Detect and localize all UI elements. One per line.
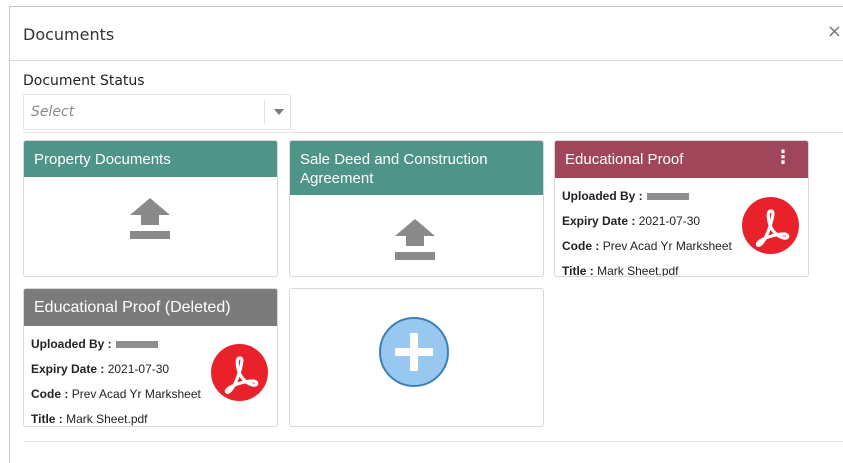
title: Title : Mark Sheet.pdf bbox=[31, 412, 148, 426]
card-header-label: Educational Proof bbox=[565, 151, 684, 168]
expiry-date: Expiry Date : 2021-07-30 bbox=[562, 214, 700, 228]
code: Code : Prev Acad Yr Marksheet bbox=[31, 387, 201, 401]
divider bbox=[23, 132, 843, 133]
uploaded-by-label: Uploaded By : bbox=[31, 337, 112, 351]
expiry-date: Expiry Date : 2021-07-30 bbox=[31, 362, 169, 376]
upload-icon[interactable] bbox=[395, 219, 435, 261]
code-label: Code : bbox=[31, 387, 69, 401]
uploaded-by: Uploaded By : bbox=[562, 189, 689, 203]
chevron-down-icon[interactable] bbox=[274, 109, 284, 115]
uploaded-by-label: Uploaded By : bbox=[562, 189, 643, 203]
title-value: Mark Sheet.pdf bbox=[597, 264, 679, 277]
document-status-select[interactable]: Select bbox=[23, 94, 291, 130]
dialog-header: Documents × bbox=[10, 7, 843, 61]
dialog-title: Documents bbox=[23, 25, 115, 44]
card-header: Property Documents bbox=[24, 141, 277, 177]
redacted-name bbox=[646, 193, 689, 201]
title-label: Title : bbox=[31, 412, 63, 426]
code-label: Code : bbox=[562, 239, 600, 253]
card-sale-deed[interactable]: Sale Deed and Construction Agreement bbox=[289, 140, 544, 277]
more-vertical-icon[interactable]: ⋮ bbox=[774, 147, 792, 168]
expiry-value: 2021-07-30 bbox=[638, 214, 701, 228]
close-icon[interactable]: × bbox=[827, 21, 842, 42]
code-value: Prev Acad Yr Marksheet bbox=[602, 239, 732, 253]
code: Code : Prev Acad Yr Marksheet bbox=[562, 239, 732, 253]
card-header: Educational Proof (Deleted) bbox=[24, 289, 277, 326]
pdf-icon[interactable] bbox=[211, 344, 268, 401]
card-educational-proof[interactable]: Educational Proof ⋮ Uploaded By : Expiry… bbox=[554, 140, 809, 277]
divider bbox=[23, 441, 843, 442]
upload-icon[interactable] bbox=[130, 198, 170, 240]
add-icon[interactable] bbox=[379, 317, 449, 387]
document-status-label: Document Status bbox=[23, 73, 145, 89]
card-property-documents[interactable]: Property Documents bbox=[23, 140, 278, 277]
select-divider bbox=[264, 100, 265, 124]
title-value: Mark Sheet.pdf bbox=[66, 412, 148, 426]
title-label: Title : bbox=[562, 264, 594, 277]
expiry-label: Expiry Date : bbox=[31, 362, 105, 376]
documents-dialog: Documents × Document Status Select Prope… bbox=[9, 6, 843, 463]
pdf-icon[interactable] bbox=[742, 197, 799, 254]
expiry-label: Expiry Date : bbox=[562, 214, 636, 228]
expiry-value: 2021-07-30 bbox=[107, 362, 170, 376]
select-placeholder: Select bbox=[31, 104, 75, 120]
uploaded-by: Uploaded By : bbox=[31, 337, 158, 351]
card-educational-proof-deleted[interactable]: Educational Proof (Deleted) Uploaded By … bbox=[23, 288, 278, 427]
title: Title : Mark Sheet.pdf bbox=[562, 264, 679, 277]
redacted-name bbox=[115, 341, 158, 349]
code-value: Prev Acad Yr Marksheet bbox=[71, 387, 201, 401]
card-header: Sale Deed and Construction Agreement bbox=[290, 141, 543, 195]
card-add-document[interactable] bbox=[289, 288, 544, 427]
card-header: Educational Proof bbox=[555, 141, 808, 178]
